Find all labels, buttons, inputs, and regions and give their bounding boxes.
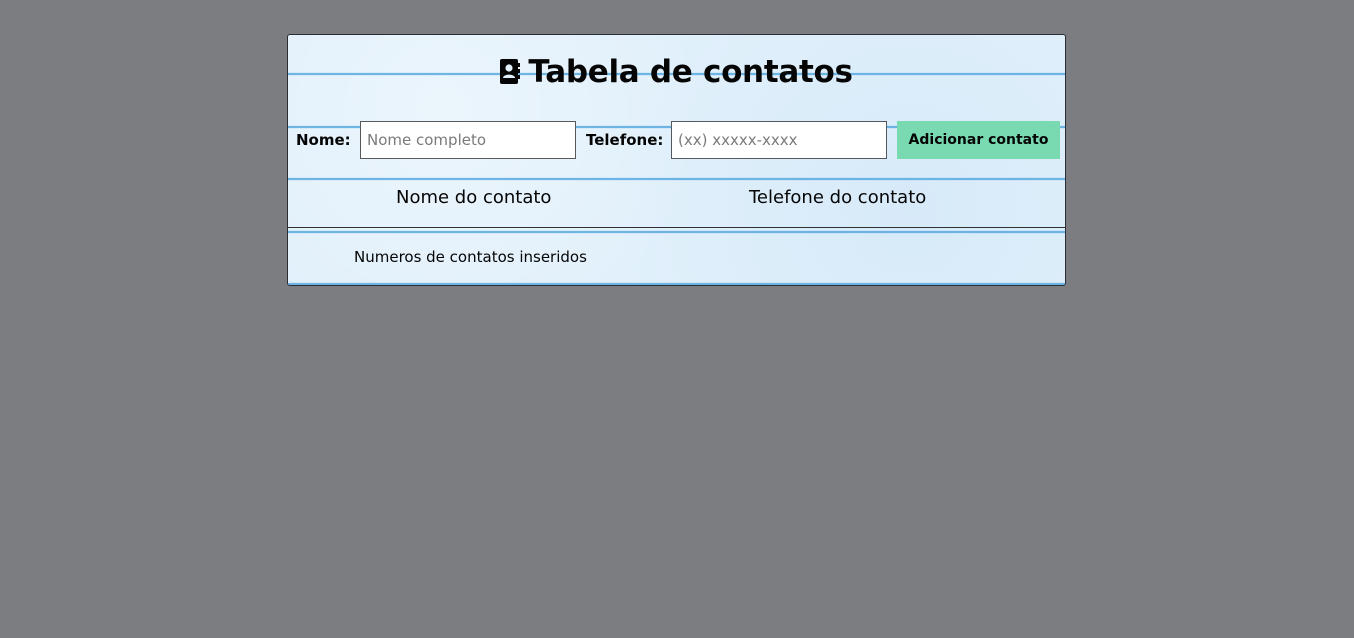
- ruled-line: [288, 178, 1065, 180]
- phone-input[interactable]: [671, 121, 887, 159]
- address-book-icon: [500, 59, 521, 84]
- ruled-line: [288, 231, 1065, 233]
- column-header-phone: Telefone do contato: [749, 187, 927, 208]
- table-divider: [288, 227, 1065, 228]
- add-contact-form: Nome: Telefone: Adicionar contato: [288, 121, 1065, 159]
- add-contact-button[interactable]: Adicionar contato: [897, 121, 1060, 159]
- column-header-name: Nome do contato: [396, 187, 552, 208]
- ruled-line: [288, 283, 1065, 285]
- contacts-card: Tabela de contatos Nome: Telefone: Adici…: [287, 34, 1066, 286]
- name-label: Nome:: [296, 131, 351, 149]
- contacts-count-label: Numeros de contatos inseridos: [354, 248, 587, 266]
- name-input[interactable]: [360, 121, 576, 159]
- page-title: Tabela de contatos: [288, 54, 1065, 90]
- phone-label: Telefone:: [586, 131, 664, 149]
- page-title-text: Tabela de contatos: [528, 54, 853, 90]
